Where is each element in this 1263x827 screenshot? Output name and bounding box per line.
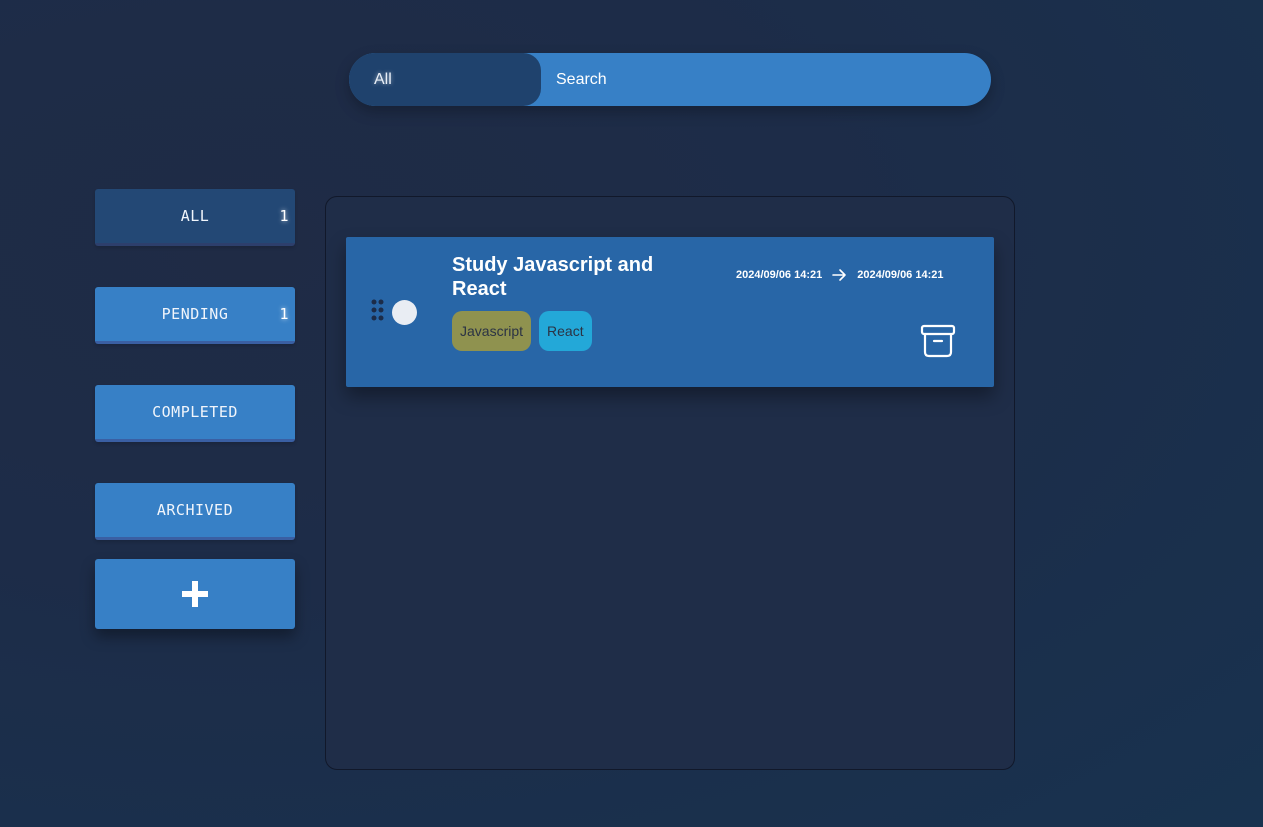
sidebar-item-label: ALL [180,207,210,225]
search-input[interactable] [556,53,976,106]
sidebar-item-label: COMPLETED [152,403,238,421]
archive-icon[interactable] [920,324,956,358]
task-card[interactable]: Study Javascript and React Javascript Re… [346,237,994,387]
sidebar-item-all[interactable]: ALL 1 [95,189,295,246]
start-date: 2024/09/06 14:21 [736,269,823,281]
count-badge: 1 [279,207,289,225]
sidebar-item-pending[interactable]: PENDING 1 [95,287,295,344]
filter-select[interactable]: All [349,53,541,106]
task-dates: 2024/09/06 14:21 2024/09/06 14:21 [736,268,944,282]
add-task-button[interactable] [95,559,295,629]
sidebar-item-label: PENDING [161,305,229,323]
sidebar-item-archived[interactable]: ARCHIVED [95,483,295,540]
tag-react[interactable]: React [539,311,592,351]
end-date: 2024/09/06 14:21 [857,269,944,281]
drag-handle-icon[interactable] [371,299,385,321]
sidebar-item-label: ARCHIVED [156,501,234,519]
tag-javascript[interactable]: Javascript [452,311,532,351]
task-title: Study Javascript and React [452,254,654,300]
arrow-right-icon [832,268,847,282]
search-bar: All [349,53,991,106]
sidebar-item-completed[interactable]: COMPLETED [95,385,295,442]
plus-icon [182,581,208,607]
count-badge: 1 [279,305,289,323]
tag-list: Javascript React [452,311,592,351]
status-toggle[interactable] [392,300,417,325]
